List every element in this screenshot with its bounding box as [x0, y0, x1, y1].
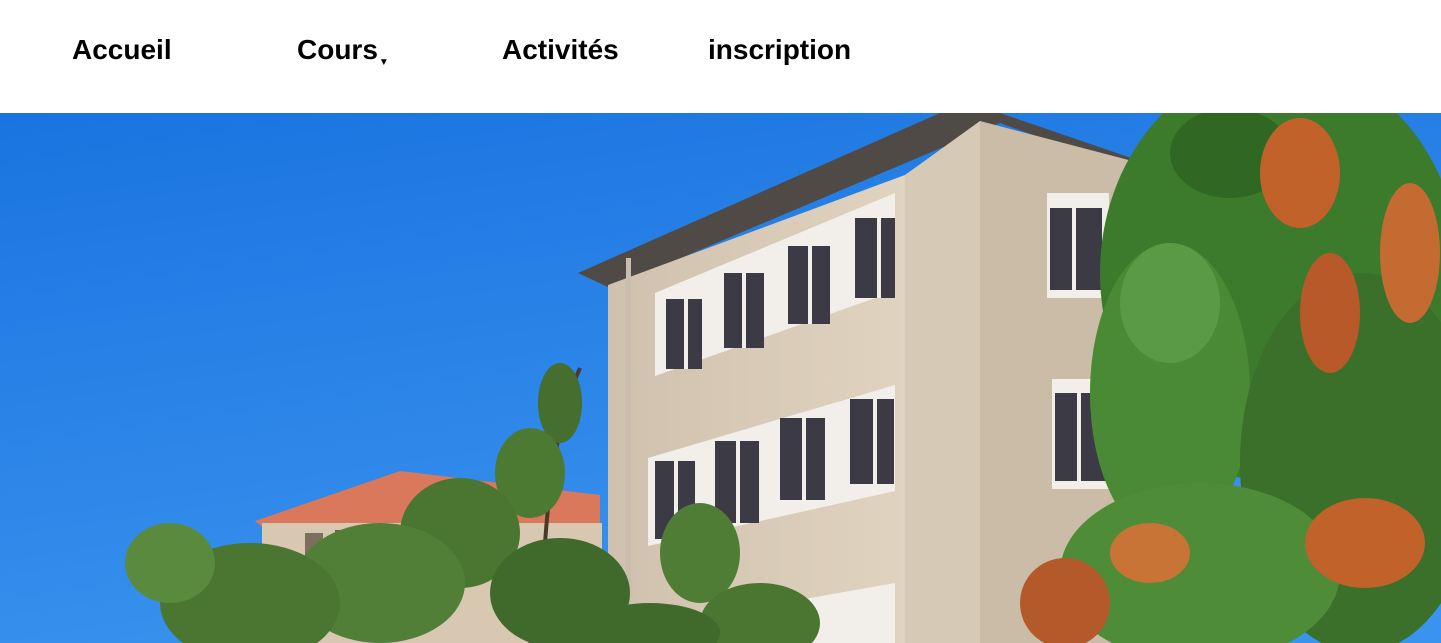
nav-item-activites[interactable]: Activités	[502, 30, 619, 70]
nav-item-cours[interactable]: Cours▼	[297, 30, 389, 70]
top-navigation: Accueil Cours▼ Activités inscription	[0, 0, 1441, 113]
nav-item-label: Activités	[502, 34, 619, 65]
caret-down-icon: ▼	[378, 57, 389, 68]
hero-image	[0, 113, 1441, 643]
nav-item-label: Cours	[297, 34, 378, 65]
nav-item-label: inscription	[708, 34, 852, 65]
nav-item-inscription[interactable]: inscription	[708, 30, 851, 70]
school-building-photo	[0, 113, 1441, 643]
nav-item-label: Accueil	[72, 34, 172, 65]
nav-item-accueil[interactable]: Accueil	[72, 30, 172, 70]
